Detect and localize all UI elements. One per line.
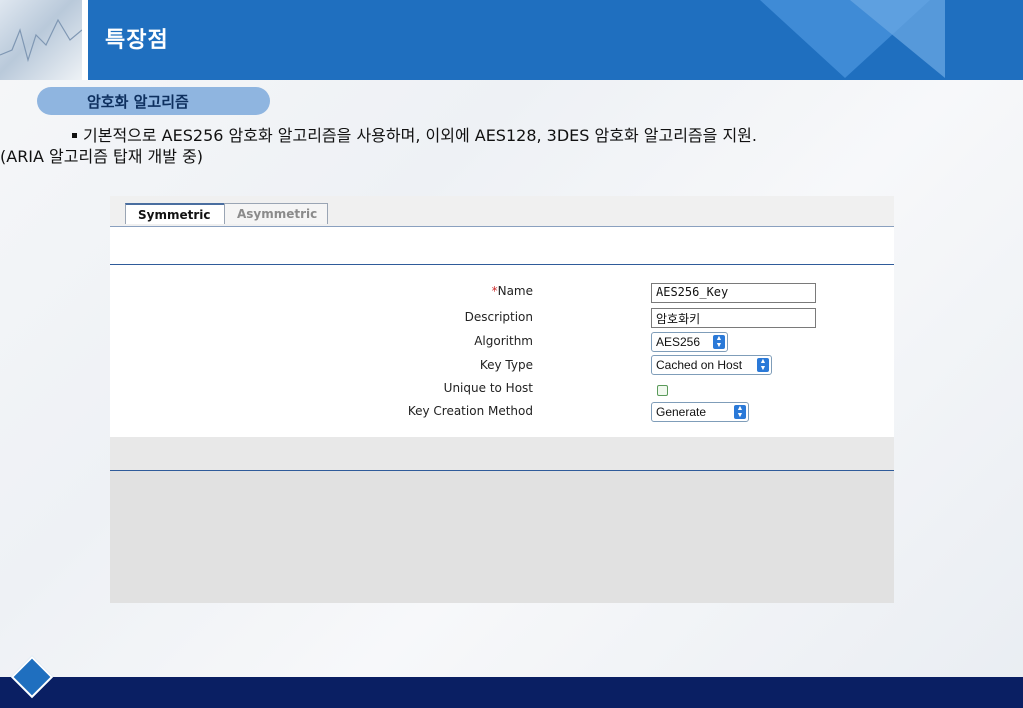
slide-header: 특장점: [0, 0, 1023, 80]
description-label: Description: [464, 310, 533, 324]
toolbar-area: [110, 227, 894, 265]
name-label: *Name: [491, 284, 533, 298]
algorithm-value: AES256: [656, 335, 701, 349]
form-footer: [110, 437, 894, 471]
description-input[interactable]: 암호화키: [651, 308, 816, 328]
tab-asymmetric[interactable]: Asymmetric: [224, 203, 328, 224]
bullet-line: 기본적으로 AES256 암호화 알고리즘을 사용하며, 이외에 AES128,…: [70, 125, 970, 146]
bullet-line-1: 기본적으로 AES256 암호화 알고리즘을 사용하며, 이외에 AES128,…: [83, 126, 757, 145]
bullet-paragraph: 기본적으로 AES256 암호화 알고리즘을 사용하며, 이외에 AES128,…: [0, 125, 970, 167]
key-creation-method-select[interactable]: Generate ▲ ▼: [651, 402, 749, 422]
key-creation-method-label: Key Creation Method: [407, 404, 533, 418]
key-type-value: Cached on Host: [656, 358, 743, 372]
name-input[interactable]: AES256_Key: [651, 283, 816, 303]
key-type-select[interactable]: Cached on Host ▲ ▼: [651, 355, 772, 375]
ecg-line-icon: [0, 18, 82, 63]
tab-bar: Symmetric Asymmetric: [110, 196, 894, 227]
slide-footer-bar: [0, 677, 1023, 708]
updown-arrows-icon: ▲ ▼: [734, 405, 746, 419]
key-type-label: Key Type: [479, 358, 533, 372]
key-creation-method-value: Generate: [656, 405, 707, 419]
header-decoration-light: [850, 0, 945, 78]
slide-title: 특장점: [105, 28, 169, 53]
section-pill: 암호화 알고리즘: [37, 87, 270, 115]
key-settings-panel: Symmetric Asymmetric *Name AES256_Key De…: [110, 196, 894, 603]
header-thumbnail-image: [0, 0, 88, 80]
unique-to-host-label: Unique to Host: [443, 381, 533, 395]
updown-arrows-icon: ▲ ▼: [713, 335, 725, 349]
key-form: *Name AES256_Key Description 암호화키 Algori…: [110, 265, 894, 437]
algorithm-label: Algorithm: [474, 334, 533, 348]
section-pill-label: 암호화 알고리즘: [87, 93, 189, 111]
algorithm-select[interactable]: AES256 ▲ ▼: [651, 332, 728, 352]
unique-to-host-checkbox[interactable]: [657, 385, 668, 396]
bullet-icon: [72, 132, 77, 138]
bullet-line-continued: (ARIA 알고리즘 탑재 개발 중): [0, 147, 204, 166]
tab-symmetric[interactable]: Symmetric: [125, 203, 226, 224]
updown-arrows-icon: ▲ ▼: [757, 358, 769, 372]
